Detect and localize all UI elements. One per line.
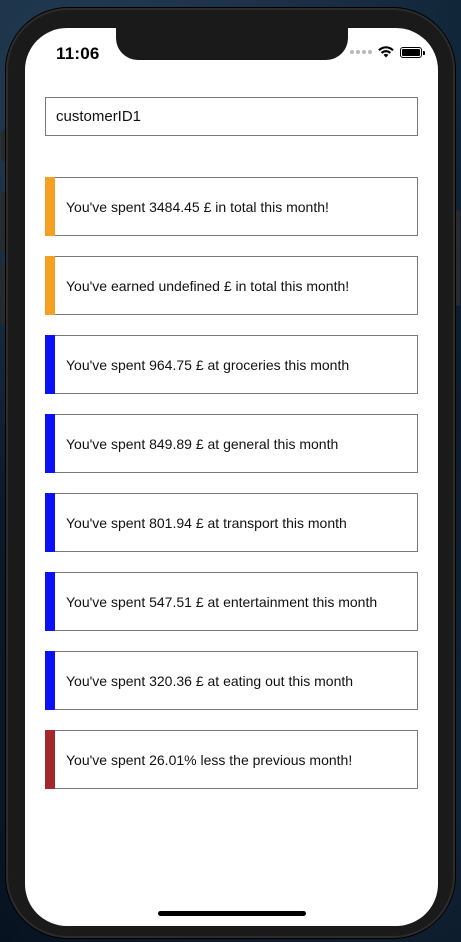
spending-cards-list: You've spent 3484.45 £ in total this mon… (45, 177, 418, 809)
card-text: You've spent 849.89 £ at general this mo… (66, 435, 339, 452)
card-text: You've spent 3484.45 £ in total this mon… (66, 198, 329, 215)
power-button (456, 210, 460, 306)
mute-switch (1, 130, 5, 162)
volume-up-button (1, 192, 5, 252)
status-icons (350, 46, 425, 58)
app-screen: 11:06 You've spent 3484.45 £ in total th… (25, 28, 438, 926)
home-indicator[interactable] (158, 911, 306, 916)
card-accent-bar (45, 414, 55, 473)
card-text: You've spent 320.36 £ at eating out this… (66, 672, 354, 689)
card-accent-bar (45, 493, 55, 552)
card-accent-bar (45, 651, 55, 710)
spending-card: You've spent 3484.45 £ in total this mon… (45, 177, 418, 236)
card-accent-bar (45, 335, 55, 394)
card-accent-bar (45, 256, 55, 315)
spending-card: You've spent 849.89 £ at general this mo… (45, 414, 418, 473)
volume-down-button (1, 264, 5, 324)
spending-card: You've spent 964.75 £ at groceries this … (45, 335, 418, 394)
card-accent-bar (45, 730, 55, 789)
status-time: 11:06 (56, 44, 100, 63)
spending-card: You've spent 26.01% less the previous mo… (45, 730, 418, 789)
battery-icon (400, 46, 425, 58)
spending-card: You've spent 547.51 £ at entertainment t… (45, 572, 418, 631)
spending-card: You've spent 320.36 £ at eating out this… (45, 651, 418, 710)
card-text: You've spent 26.01% less the previous mo… (66, 751, 353, 768)
customer-id-input[interactable] (45, 97, 418, 136)
card-text: You've spent 801.94 £ at transport this … (66, 514, 347, 531)
card-accent-bar (45, 572, 55, 631)
card-text: You've earned undefined £ in total this … (66, 277, 350, 294)
spending-card: You've earned undefined £ in total this … (45, 256, 418, 315)
wifi-icon (378, 46, 394, 58)
notch (116, 28, 348, 60)
card-text: You've spent 547.51 £ at entertainment t… (66, 593, 378, 610)
spending-card: You've spent 801.94 £ at transport this … (45, 493, 418, 552)
card-text: You've spent 964.75 £ at groceries this … (66, 356, 350, 373)
card-accent-bar (45, 177, 55, 236)
cellular-signal-icon (350, 50, 372, 54)
